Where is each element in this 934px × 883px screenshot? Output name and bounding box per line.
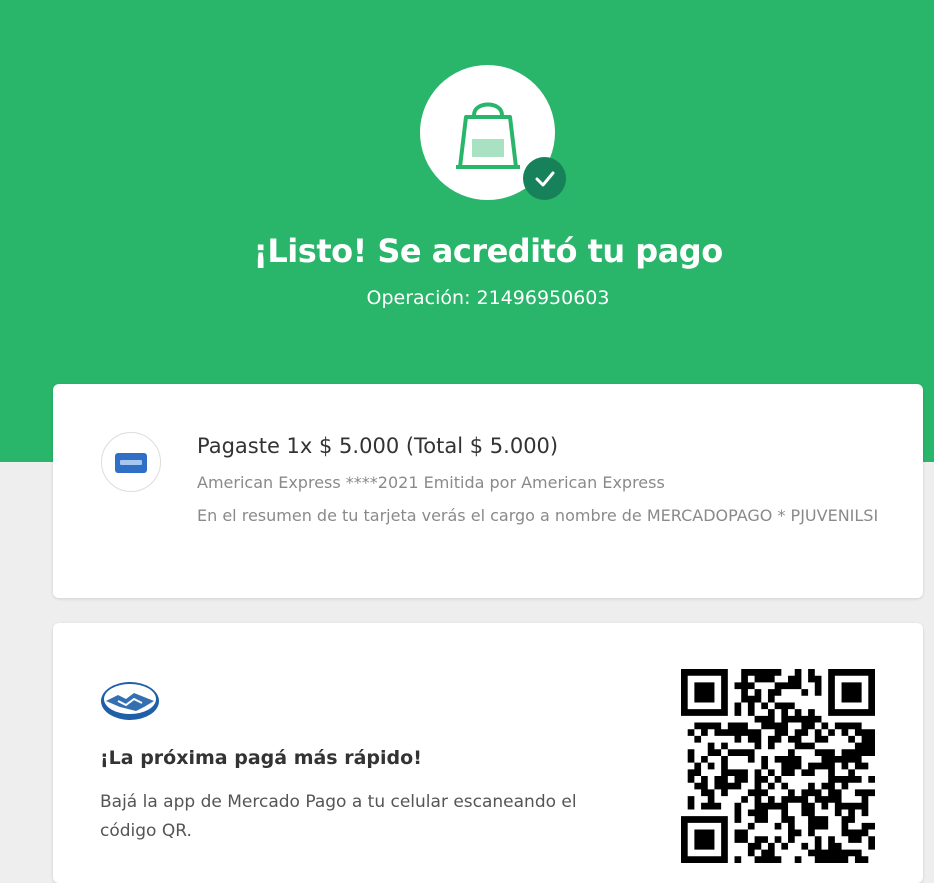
payment-summary-card: Pagaste 1x $ 5.000 (Total $ 5.000) Ameri… [53,384,923,598]
mercado-pago-handshake-icon [100,681,160,725]
page-title: ¡Listo! Se acreditó tu pago [253,232,723,270]
qr-code-icon[interactable] [681,669,875,867]
payment-card-info: American Express ****2021 Emitida por Am… [197,473,665,492]
app-promo-text: Bajá la app de Mercado Pago a tu celular… [100,792,577,841]
app-promo-card: ¡La próxima pagá más rápido! Bajá la app… [53,623,923,883]
statement-note: En el resumen de tu tarjeta verás el car… [197,506,879,525]
american-express-card-icon [101,432,161,492]
operation-number: Operación: 21496950603 [366,287,610,309]
app-promo-heading: ¡La próxima pagá más rápido! [100,747,422,769]
payment-amount: Pagaste 1x $ 5.000 (Total $ 5.000) [197,434,559,458]
check-icon [523,157,566,200]
